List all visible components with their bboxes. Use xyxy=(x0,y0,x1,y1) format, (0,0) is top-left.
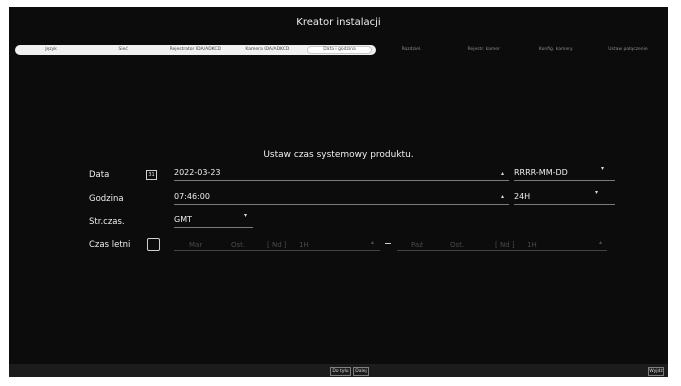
calendar-icon[interactable]: 31 xyxy=(146,170,157,180)
dst-end-hour: 1H xyxy=(527,241,537,249)
date-spinner-icon[interactable]: ▴ xyxy=(501,170,504,177)
date-label: Data xyxy=(89,170,110,180)
chevron-down-icon: ▾ xyxy=(595,189,599,196)
date-format-value: RRRR-MM-DD xyxy=(514,168,568,177)
step-label: Kamera IDA/ADKCD xyxy=(245,47,290,52)
back-button[interactable]: Do tyłu xyxy=(330,367,351,376)
step-label: Data i godzina xyxy=(323,47,356,52)
timezone-select[interactable]: GMT xyxy=(174,214,253,228)
time-format-select[interactable]: 24H xyxy=(514,191,615,205)
dst-checkbox[interactable] xyxy=(147,238,160,251)
setup-wizard-screen: Kreator instalacji Język Sieć Rejestrato… xyxy=(9,7,668,377)
chevron-down-icon: ▾ xyxy=(244,212,248,219)
timezone-label: Str.czas. xyxy=(89,217,125,227)
step-label: Język xyxy=(45,47,57,52)
window-title: Kreator instalacji xyxy=(296,17,381,28)
time-value: 07:46:00 xyxy=(174,192,210,201)
step-label: Rozdziel. xyxy=(401,47,422,52)
dst-end-spinner-icon: ▴ xyxy=(599,239,603,246)
step-label: Sieć xyxy=(118,47,128,52)
step-camera-registration: Rejestr. kamer xyxy=(448,45,520,55)
date-format-select[interactable]: RRRR-MM-DD xyxy=(514,167,615,181)
dst-start-day: [ Nd ] xyxy=(267,241,287,249)
dst-end-week: Ost. xyxy=(450,241,465,249)
step-camera[interactable]: Kamera IDA/ADKCD xyxy=(231,45,304,55)
page-heading: Ustaw czas systemowy produktu. xyxy=(263,150,414,160)
step-network[interactable]: Sieć xyxy=(87,45,160,55)
step-connection: Ustaw połączenie xyxy=(592,45,664,55)
dst-start-week: Ost. xyxy=(231,241,246,249)
step-label: Ustaw połączenie xyxy=(608,47,648,52)
dst-end-month: Paź xyxy=(411,241,423,249)
time-format-value: 24H xyxy=(514,192,531,201)
chevron-down-icon: ▾ xyxy=(601,165,605,172)
dst-end-field: Paź Ost. [ Nd ] 1H xyxy=(397,237,607,251)
wizard-steps: Język Sieć Rejestrator IDA/ADKCD Kamera … xyxy=(15,45,664,55)
time-field[interactable]: 07:46:00 xyxy=(174,191,509,205)
exit-button[interactable]: Wyjdź xyxy=(648,367,664,376)
dst-start-hour: 1H xyxy=(299,241,309,249)
step-label: Konfig. kamery xyxy=(538,47,573,52)
timezone-value: GMT xyxy=(174,215,192,224)
time-spinner-icon[interactable]: ▴ xyxy=(501,193,504,200)
date-field[interactable]: 2022-03-23 xyxy=(174,167,509,181)
step-resolution: Rozdziel. xyxy=(376,45,448,55)
step-camera-config: Konfig. kamery xyxy=(520,45,592,55)
dst-start-spinner-icon: ▴ xyxy=(371,239,375,246)
step-label: Rejestr. kamer xyxy=(467,47,500,52)
dst-label: Czas letni xyxy=(89,240,131,250)
dst-end-day: [ Nd ] xyxy=(495,241,515,249)
footer-bar: Do tyłu Dalej Wyjdź xyxy=(9,364,668,377)
step-label: Rejestrator IDA/ADKCD xyxy=(169,47,221,52)
dst-start-month: Mar xyxy=(189,241,203,249)
range-separator xyxy=(385,243,391,244)
next-button[interactable]: Dalej xyxy=(353,367,369,376)
time-label: Godzina xyxy=(89,194,124,204)
date-value: 2022-03-23 xyxy=(174,168,221,177)
dst-start-field: Mar Ost. [ Nd ] 1H xyxy=(174,237,380,251)
step-recorder[interactable]: Rejestrator IDA/ADKCD xyxy=(159,45,232,55)
step-language[interactable]: Język xyxy=(15,45,88,55)
step-date-time[interactable]: Data i godzina xyxy=(303,45,376,55)
